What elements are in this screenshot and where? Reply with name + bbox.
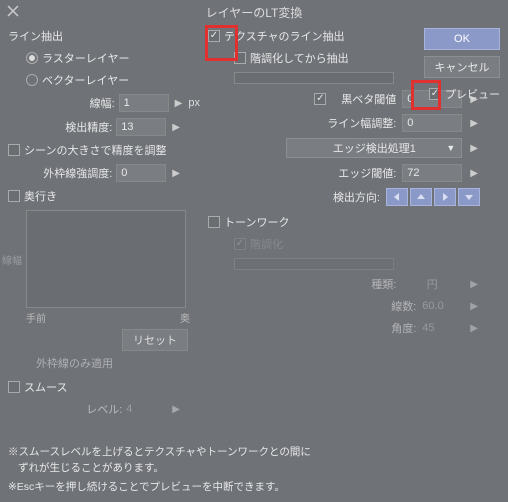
preview-check[interactable] bbox=[429, 88, 441, 100]
black-threshold-check[interactable] bbox=[314, 93, 326, 105]
ok-button[interactable]: OK bbox=[424, 28, 500, 50]
dialog-title: レイヤーのLT変換 bbox=[206, 4, 303, 21]
edge-detect-caret[interactable]: ▶ bbox=[468, 143, 480, 154]
tonework-check[interactable] bbox=[208, 216, 220, 228]
dir-up-button[interactable] bbox=[410, 188, 432, 206]
tonework-label: トーンワーク bbox=[224, 214, 289, 230]
gradation2-preview bbox=[234, 258, 394, 270]
detect-accuracy-label: 検出精度: bbox=[65, 119, 112, 135]
type-value: 円 bbox=[402, 276, 462, 292]
graph-y-label: 線幅 bbox=[2, 252, 22, 267]
gradation2-check bbox=[234, 238, 246, 250]
type-label: 種類: bbox=[336, 276, 396, 292]
line-extract-title: ライン抽出 bbox=[8, 28, 200, 44]
footer-note2: ※Escキーを押し続けることでプレビューを中断できます。 bbox=[8, 480, 311, 496]
black-threshold-label: 黒ベタ閾値 bbox=[336, 91, 396, 107]
line-width-unit: px bbox=[188, 97, 200, 109]
angle-caret: ▶ bbox=[468, 323, 480, 334]
depth-label: 奥行き bbox=[24, 188, 57, 204]
level-value: 4 bbox=[126, 403, 166, 415]
line-width-caret[interactable]: ▶ bbox=[173, 98, 185, 109]
graph-x-left: 手前 bbox=[26, 310, 46, 325]
line-width-adj-caret[interactable]: ▶ bbox=[468, 118, 480, 129]
edge-detect-value: エッジ検出処理1 bbox=[333, 140, 416, 156]
outline-only-button[interactable]: 外枠線のみ適用 bbox=[26, 356, 123, 372]
gradation-check[interactable] bbox=[234, 52, 246, 64]
outline-strength-caret[interactable]: ▶ bbox=[170, 168, 182, 179]
vector-layer-radio[interactable] bbox=[26, 74, 38, 86]
depth-check[interactable] bbox=[8, 190, 20, 202]
detect-accuracy-caret[interactable]: ▶ bbox=[170, 122, 182, 133]
preview-label: プレビュー bbox=[445, 86, 500, 102]
footer-note1: ※スムースレベルを上げるとテクスチャやトーンワークとの間に bbox=[8, 445, 311, 461]
gradation2-label: 階調化 bbox=[250, 236, 283, 252]
depth-graph bbox=[26, 210, 186, 308]
reset-button[interactable]: リセット bbox=[122, 329, 188, 351]
footer-note1b: ずれが生じることがあります。 bbox=[18, 461, 311, 477]
edge-threshold-label: エッジ閾値: bbox=[336, 165, 396, 181]
line-count-caret: ▶ bbox=[468, 301, 480, 312]
dir-left-button[interactable] bbox=[386, 188, 408, 206]
line-width-adj-input[interactable] bbox=[402, 114, 462, 132]
dir-down-button[interactable] bbox=[458, 188, 480, 206]
texture-line-label: テクスチャのライン抽出 bbox=[224, 28, 345, 44]
line-width-input[interactable] bbox=[119, 94, 169, 112]
scene-size-label: シーンの大きさで精度を調整 bbox=[24, 142, 166, 158]
outline-strength-label: 外枠線強調度: bbox=[43, 165, 112, 181]
close-icon[interactable] bbox=[6, 4, 20, 18]
level-caret: ▶ bbox=[170, 404, 182, 415]
raster-layer-label: ラスターレイヤー bbox=[42, 50, 129, 66]
line-count-value: 60.0 bbox=[422, 300, 462, 312]
detect-dir-label: 検出方向: bbox=[320, 189, 380, 205]
dir-right-button[interactable] bbox=[434, 188, 456, 206]
line-width-adj-label: ライン幅調整: bbox=[327, 115, 396, 131]
line-count-label: 線数: bbox=[356, 298, 416, 314]
angle-value: 45 bbox=[422, 322, 462, 334]
line-width-label: 線幅: bbox=[90, 95, 115, 111]
scene-size-check[interactable] bbox=[8, 144, 20, 156]
cancel-button[interactable]: キャンセル bbox=[424, 56, 500, 78]
outline-strength-input[interactable] bbox=[116, 164, 166, 182]
vector-layer-label: ベクターレイヤー bbox=[42, 72, 129, 88]
edge-detect-dropdown[interactable]: エッジ検出処理1 ▼ bbox=[286, 138, 462, 158]
level-label: レベル: bbox=[86, 401, 122, 417]
angle-label: 角度: bbox=[356, 320, 416, 336]
type-caret: ▶ bbox=[468, 279, 480, 290]
edge-threshold-input[interactable] bbox=[402, 164, 462, 182]
chevron-down-icon: ▼ bbox=[446, 143, 455, 153]
edge-threshold-caret[interactable]: ▶ bbox=[468, 168, 480, 179]
gradation-preview bbox=[234, 72, 394, 84]
raster-layer-radio[interactable] bbox=[26, 52, 38, 64]
graph-x-right: 奥 bbox=[180, 310, 190, 325]
detect-accuracy-input[interactable] bbox=[116, 118, 166, 136]
smooth-check[interactable] bbox=[8, 381, 20, 393]
smooth-label: スムース bbox=[24, 379, 67, 395]
gradation-label: 階調化してから抽出 bbox=[250, 50, 349, 66]
texture-line-check[interactable] bbox=[208, 30, 220, 42]
